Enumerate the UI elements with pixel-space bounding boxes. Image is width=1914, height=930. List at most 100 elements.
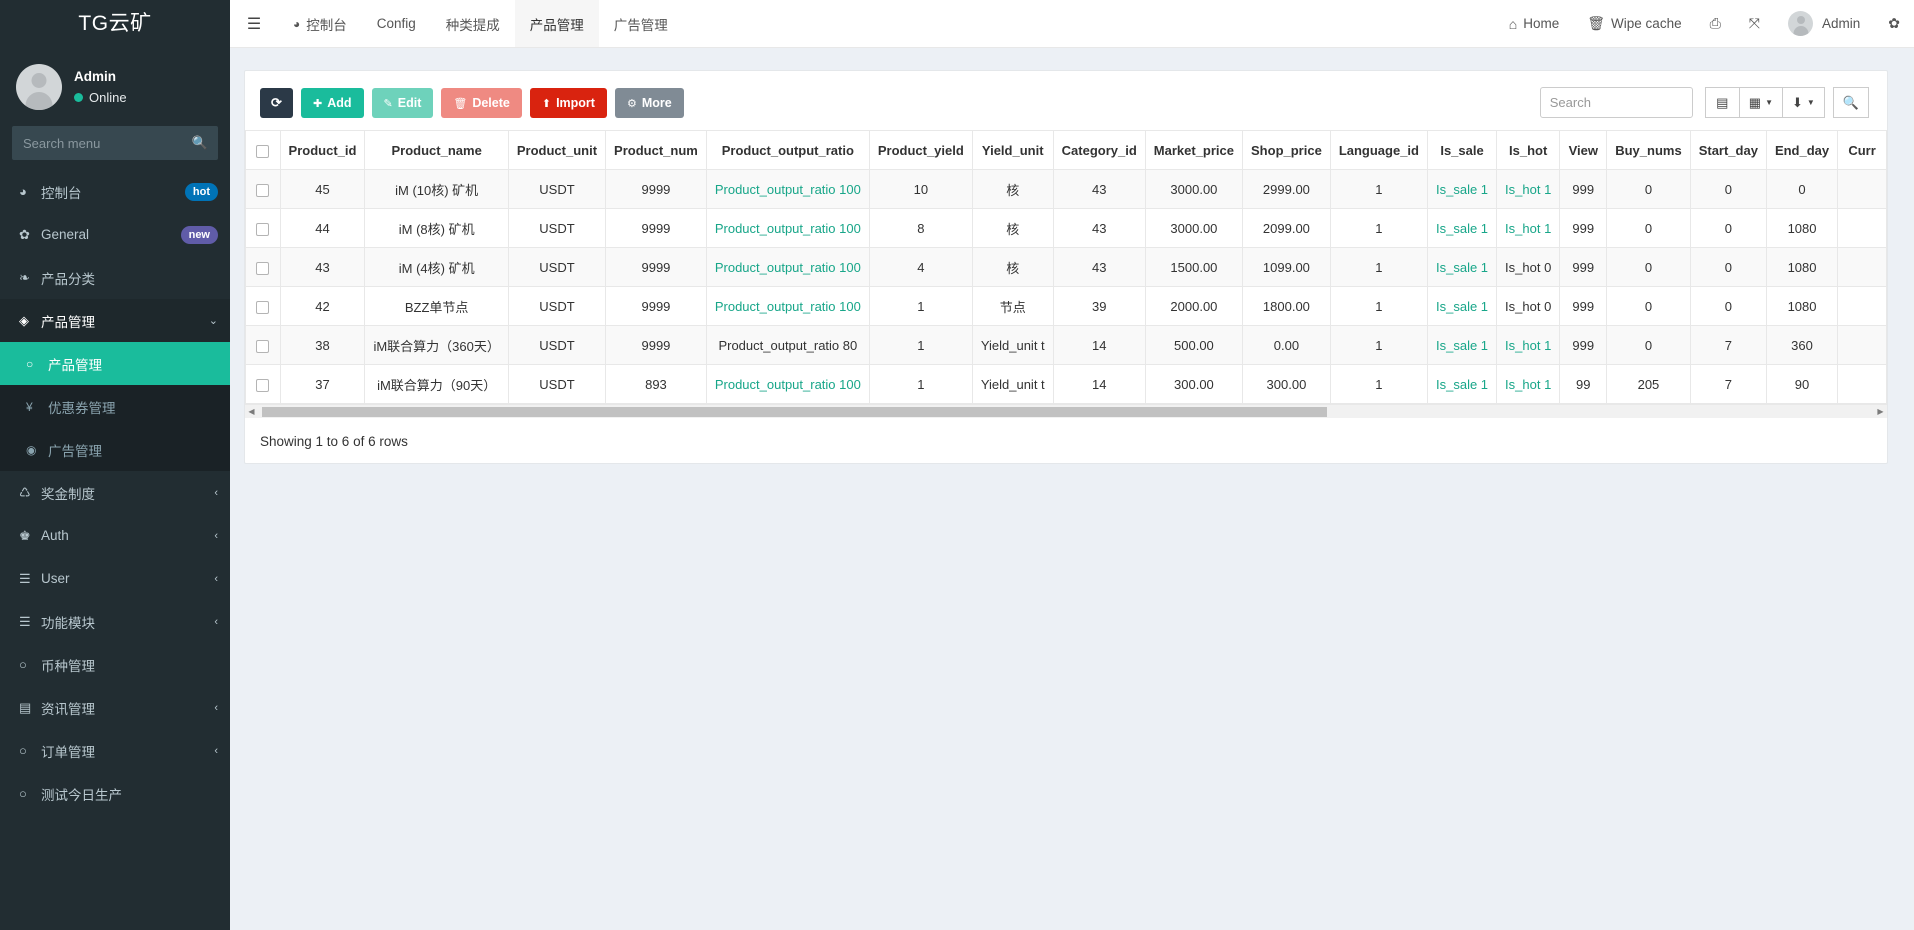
table-scroll-container[interactable]: Product_idProduct_nameProduct_unitProduc…	[245, 130, 1887, 404]
column-header-start_day[interactable]: Start_day	[1690, 131, 1766, 170]
sidebar-subitem-1[interactable]: ¥优惠券管理	[0, 385, 230, 428]
scroll-left-arrow-icon[interactable]: ◀	[245, 407, 258, 416]
cell-category_id: 43	[1053, 170, 1145, 209]
column-header-yield_unit[interactable]: Yield_unit	[972, 131, 1053, 170]
sidebar-lower-item-3[interactable]: ☰功能模块‹	[0, 600, 230, 643]
column-header-category_id[interactable]: Category_id	[1053, 131, 1145, 170]
cell-product_yield: 1	[869, 326, 972, 365]
sidebar-item-3[interactable]: ◈产品管理⌄	[0, 299, 230, 342]
import-button[interactable]: ⬆Import	[530, 88, 607, 118]
hamburger-icon[interactable]: ☰	[230, 0, 278, 47]
sidebar-lower-item-4[interactable]: ○币种管理	[0, 643, 230, 686]
chevron-left-icon: ‹	[214, 702, 218, 714]
topnav-left-items: ◕控制台Config种类提成产品管理广告管理	[278, 0, 683, 47]
select-all-header	[246, 131, 281, 170]
sidebar-lower-item-1[interactable]: ♚Auth‹	[0, 514, 230, 557]
sidebar-lower-item-2[interactable]: ☰User‹	[0, 557, 230, 600]
sidebar-item-2[interactable]: ❧产品分类	[0, 256, 230, 299]
menu-search-input[interactable]	[13, 127, 217, 159]
columns-button[interactable]: ▦▼	[1740, 87, 1783, 118]
table-row[interactable]: 42BZZ单节点USDT9999Product_output_ratio 100…	[246, 287, 1887, 326]
sidebar-item-0[interactable]: ◕控制台hot	[0, 170, 230, 213]
sidebar-lower-item-5[interactable]: ▤资讯管理‹	[0, 686, 230, 729]
sidebar-item-1[interactable]: ✿Generalnew	[0, 213, 230, 256]
column-header-language_id[interactable]: Language_id	[1330, 131, 1427, 170]
sidebar-lower-item-7[interactable]: ○测试今日生产	[0, 772, 230, 815]
table-row[interactable]: 38iM联合算力（360天）USDT9999Product_output_rat…	[246, 326, 1887, 365]
scrollbar-thumb[interactable]	[262, 407, 1327, 417]
trash-icon: 🗑	[453, 98, 467, 110]
column-header-product_unit[interactable]: Product_unit	[508, 131, 605, 170]
topnav-tab-0[interactable]: ◕控制台	[278, 0, 362, 47]
edit-button[interactable]: ✎Edit	[372, 88, 434, 118]
topnav-action-0[interactable]: ⌂Home	[1495, 0, 1573, 47]
cell-is_hot: Is_hot 1	[1497, 170, 1560, 209]
row-checkbox[interactable]	[256, 379, 269, 392]
more-button[interactable]: ⚙More	[615, 88, 684, 118]
topnav-tab-4[interactable]: 广告管理	[599, 0, 683, 47]
advanced-search-button[interactable]: 🔍	[1833, 87, 1869, 118]
row-checkbox[interactable]	[256, 184, 269, 197]
search-input[interactable]	[1540, 87, 1693, 118]
row-checkbox[interactable]	[256, 301, 269, 314]
column-header-product_id[interactable]: Product_id	[280, 131, 365, 170]
topnav-tab-1[interactable]: Config	[362, 0, 431, 47]
column-header-product_output_ratio[interactable]: Product_output_ratio	[706, 131, 869, 170]
topnav-action-3[interactable]: ⤧	[1735, 0, 1774, 47]
refresh-button[interactable]: ⟳	[260, 88, 293, 118]
topnav-action-4[interactable]: Admin	[1774, 0, 1874, 47]
column-header-market_price[interactable]: Market_price	[1145, 131, 1242, 170]
column-header-buy_nums[interactable]: Buy_nums	[1607, 131, 1690, 170]
sidebar-lower-item-6[interactable]: ○订单管理‹	[0, 729, 230, 772]
column-header-product_num[interactable]: Product_num	[606, 131, 707, 170]
column-header-product_name[interactable]: Product_name	[365, 131, 508, 170]
sidebar-subitem-label: 产品管理	[48, 354, 102, 374]
column-header-view[interactable]: View	[1560, 131, 1607, 170]
scroll-right-arrow-icon[interactable]: ▶	[1874, 407, 1887, 416]
sidebar-user-status: Online	[74, 89, 127, 107]
topnav-action-1[interactable]: 🗑Wipe cache	[1573, 0, 1695, 47]
column-header-is_hot[interactable]: Is_hot	[1497, 131, 1560, 170]
horizontal-scrollbar[interactable]: ◀ ▶	[245, 404, 1887, 418]
add-button[interactable]: ✚Add	[301, 88, 364, 118]
cell-product_num: 893	[606, 365, 707, 404]
topnav-action-5[interactable]: ✿	[1874, 0, 1914, 47]
chevron-down-icon: ▼	[1807, 98, 1815, 107]
cell-curr	[1838, 170, 1887, 209]
chevron-left-icon: ‹	[214, 530, 218, 542]
row-checkbox[interactable]	[256, 340, 269, 353]
column-header-end_day[interactable]: End_day	[1766, 131, 1837, 170]
column-header-shop_price[interactable]: Shop_price	[1243, 131, 1331, 170]
table-row[interactable]: 43iM (4核) 矿机USDT9999Product_output_ratio…	[246, 248, 1887, 287]
chevron-left-icon: ‹	[214, 487, 218, 499]
row-checkbox[interactable]	[256, 262, 269, 275]
select-all-checkbox[interactable]	[256, 145, 269, 158]
column-header-curr[interactable]: Curr	[1838, 131, 1887, 170]
column-header-product_yield[interactable]: Product_yield	[869, 131, 972, 170]
table-row[interactable]: 37iM联合算力（90天）USDT893Product_output_ratio…	[246, 365, 1887, 404]
export-button[interactable]: ⬇▼	[1783, 87, 1825, 118]
topnav-tab-3[interactable]: 产品管理	[515, 0, 599, 47]
showing-rows-label: Showing 1 to 6 of 6 rows	[245, 418, 1887, 449]
sidebar-lower-item-0[interactable]: ♺奖金制度‹	[0, 471, 230, 514]
table-row[interactable]: 45iM (10核) 矿机USDT9999Product_output_rati…	[246, 170, 1887, 209]
cell-product_id: 45	[280, 170, 365, 209]
delete-button[interactable]: 🗑Delete	[441, 88, 522, 118]
cell-shop_price: 0.00	[1243, 326, 1331, 365]
sidebar-subitem-2[interactable]: ◉广告管理	[0, 428, 230, 471]
table-row[interactable]: 44iM (8核) 矿机USDT9999Product_output_ratio…	[246, 209, 1887, 248]
cell-product_unit: USDT	[508, 170, 605, 209]
sidebar-subitem-0[interactable]: ○产品管理	[0, 342, 230, 385]
adn-icon: ◉	[26, 443, 48, 457]
toggle-view-button[interactable]: ▤	[1705, 87, 1740, 118]
chevron-left-icon: ‹	[214, 616, 218, 628]
row-checkbox[interactable]	[256, 223, 269, 236]
topnav-action-2[interactable]: ⎙	[1696, 0, 1735, 47]
topnav-tab-2[interactable]: 种类提成	[431, 0, 515, 47]
cell-view: 999	[1560, 170, 1607, 209]
column-header-is_sale[interactable]: Is_sale	[1428, 131, 1497, 170]
brand-logo[interactable]: TG云矿	[0, 0, 230, 48]
cell-product_id: 44	[280, 209, 365, 248]
cell-product_unit: USDT	[508, 326, 605, 365]
cell-product_id: 42	[280, 287, 365, 326]
